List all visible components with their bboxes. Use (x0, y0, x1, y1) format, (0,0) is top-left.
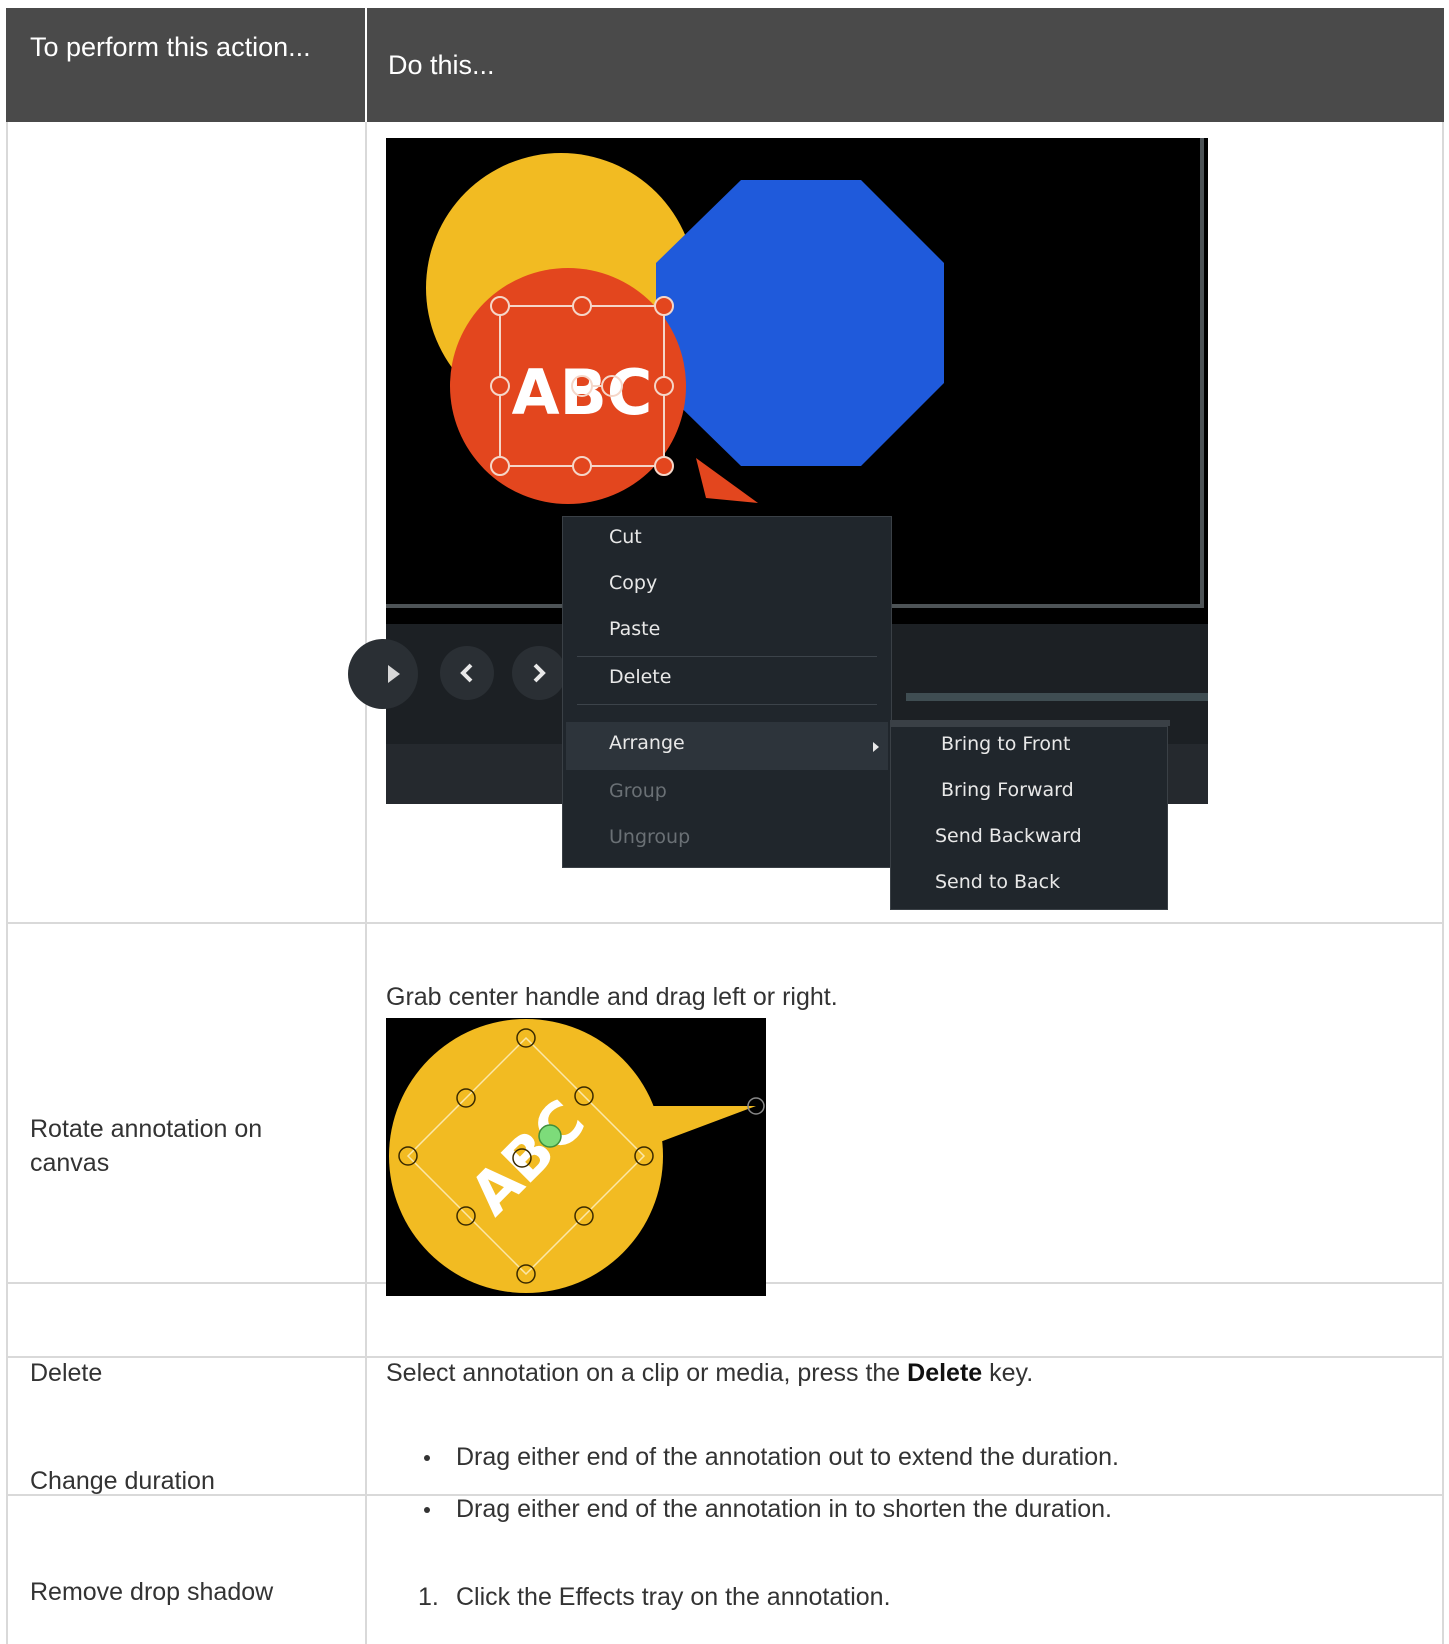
menu-item-delete[interactable]: Delete (609, 666, 671, 688)
delete-key-label: Delete (907, 1359, 983, 1387)
menu-item-send-backward[interactable]: Send Backward (935, 825, 1082, 847)
menu-item-copy[interactable]: Copy (609, 572, 657, 594)
table-left-border (6, 122, 8, 1644)
chevron-right-icon (533, 663, 546, 683)
table-right-border (1442, 122, 1444, 1644)
menu-item-send-to-back[interactable]: Send to Back (935, 871, 1060, 893)
menu-item-paste[interactable]: Paste (609, 618, 660, 640)
row-action-change-duration: Change duration (30, 1467, 215, 1495)
menu-item-cut[interactable]: Cut (609, 526, 642, 548)
header-action-column: To perform this action... (30, 32, 311, 62)
arrange-menu-screenshot: ABC Cut Copy Paste Delete Arrange Group … (348, 138, 1216, 928)
next-button[interactable] (512, 646, 566, 700)
instruction-suffix: key. (982, 1359, 1034, 1387)
menu-item-group: Group (609, 780, 667, 802)
arrange-submenu: Bring to Front Bring Forward Send Backwa… (890, 726, 1168, 910)
previous-button[interactable] (440, 646, 494, 700)
row-action-delete: Delete (30, 1359, 103, 1387)
column-divider (365, 122, 367, 1644)
play-button[interactable] (348, 639, 418, 709)
menu-separator (577, 704, 877, 705)
table-header: To perform this action... Do this... (6, 8, 1444, 122)
step-number: 1. (418, 1583, 439, 1611)
menu-item-bring-forward[interactable]: Bring Forward (941, 779, 1074, 801)
header-separator (365, 8, 367, 122)
menu-item-ungroup: Ungroup (609, 826, 691, 848)
menu-item-arrange[interactable]: Arrange (609, 732, 685, 754)
row-instruction-delete: Select annotation on a clip or media, pr… (386, 1356, 1033, 1390)
submenu-arrow-icon (873, 742, 879, 752)
timeline-track (906, 693, 1208, 701)
rotate-screenshot: ABC (386, 1018, 766, 1296)
instruction-prefix: Select annotation on a clip or media, pr… (386, 1359, 908, 1387)
context-menu: Cut Copy Paste Delete Arrange Group Ungr… (562, 516, 892, 868)
step-item: Click the Effects tray on the annotation… (456, 1583, 891, 1611)
bullet-item: Drag either end of the annotation out to… (456, 1443, 1119, 1471)
bullet-item: Drag either end of the annotation in to … (456, 1495, 1113, 1523)
menu-separator (577, 656, 877, 657)
row-action-remove-drop-shadow: Remove drop shadow (30, 1578, 274, 1606)
chevron-left-icon (460, 663, 473, 683)
header-instruction-column: Do this... (388, 50, 495, 80)
row-action-rotate: Rotate annotation on canvas (30, 1115, 263, 1177)
bullet-dot (424, 1507, 430, 1513)
menu-item-bring-to-front[interactable]: Bring to Front (941, 733, 1070, 755)
rotation-handle[interactable] (538, 1124, 562, 1148)
rotated-callout-illustration: ABC (389, 1019, 765, 1293)
bullet-dot (424, 1455, 430, 1461)
row-instruction-rotate: Grab center handle and drag left or righ… (386, 983, 838, 1011)
play-icon (388, 665, 400, 683)
